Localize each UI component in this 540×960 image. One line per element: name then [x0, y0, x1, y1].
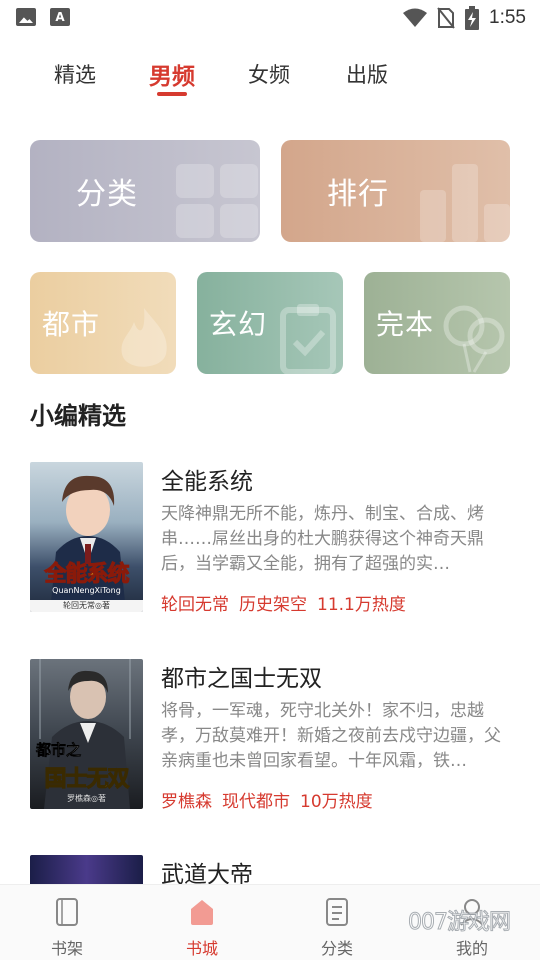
book-cover: 都市之 国士无双 罗樵森◎著 [30, 659, 143, 809]
bookshelf-icon [56, 898, 78, 926]
section-title: 小编精选 [30, 402, 126, 430]
book-author: 轮回无常 [161, 595, 229, 615]
clock: 1:55 [489, 7, 526, 28]
wifi-icon [403, 8, 428, 27]
book-meta: 罗樵森 现代都市 10万热度 [161, 787, 373, 812]
cover-author: 轮回无常◎著 [30, 600, 143, 612]
balloons-icon [443, 305, 505, 373]
bar-chart-icon [420, 164, 510, 242]
book-cover [30, 855, 143, 884]
no-sim-icon [437, 7, 455, 29]
category-list-icon [326, 898, 348, 926]
genre-card-xuanhuan[interactable]: 玄幻 [197, 272, 343, 374]
tab-publish[interactable]: 出版 [346, 59, 388, 89]
book-title: 全能系统 [161, 469, 253, 495]
nav-bookstore-label: 书城 [185, 939, 218, 958]
nav-category[interactable]: 分类 [292, 885, 382, 960]
clipboard-check-icon [280, 304, 336, 374]
book-title: 都市之国士无双 [161, 666, 322, 692]
book-meta: 轮回无常 历史架空 11.1万热度 [161, 590, 406, 615]
nav-bookshelf-label: 书架 [50, 939, 83, 958]
book-item[interactable]: 武道大帝 [30, 855, 520, 884]
book-heat: 11.1万热度 [317, 595, 406, 615]
watermark: 007游戏网 [408, 910, 512, 936]
nav-profile-label: 我的 [455, 939, 488, 958]
cover-author: 罗樵森◎著 [67, 794, 106, 803]
book-genre: 现代都市 [222, 792, 290, 812]
ranking-card-label: 排行 [327, 177, 389, 212]
font-icon: A [50, 8, 70, 26]
book-title: 武道大帝 [161, 862, 253, 884]
active-tab-indicator [157, 92, 187, 96]
cover-subtitle: QuanNengXiTong [52, 586, 121, 595]
genre-card-dushi[interactable]: 都市 [30, 272, 176, 374]
book-description: 将骨，一军魂，死守北关外！家不归，忠越孝，万敌莫难开！新婚之夜前去戍守边疆，父亲… [161, 701, 501, 771]
gallery-icon [16, 8, 36, 26]
nav-bookshelf[interactable]: 书架 [22, 885, 112, 960]
genre-card-dushi-label: 都市 [42, 308, 101, 341]
cover-title-line1: 都市之 [36, 741, 82, 760]
battery-charging-icon [465, 6, 480, 30]
bookstore-icon [191, 900, 213, 925]
genre-card-xuanhuan-label: 玄幻 [209, 308, 268, 341]
ranking-card[interactable]: 排行 [281, 140, 510, 242]
category-card-label: 分类 [76, 177, 138, 212]
book-heat: 10万热度 [300, 792, 373, 812]
book-description: 天降神鼎无所不能，炼丹、制宝、合成、烤串……屌丝出身的杜大鹏获得这个神奇天鼎后，… [161, 504, 484, 574]
cover-title-line2: 国士无双 [44, 767, 130, 793]
flame-icon [121, 308, 167, 367]
tab-female[interactable]: 女频 [248, 59, 290, 89]
channel-tabs: 精选 男频 女频 出版 [0, 52, 540, 102]
cover-title: 全能系统 [44, 562, 130, 588]
book-genre: 历史架空 [239, 595, 307, 615]
book-item[interactable]: 都市之 国士无双 罗樵森◎著 都市之国士无双 将骨，一军魂，死守北关外！家不归，… [30, 659, 520, 812]
book-item[interactable]: 全能系统 QuanNengXiTong 轮回无常◎著 全能系统 天降神鼎无所不能… [30, 462, 520, 615]
nav-category-label: 分类 [320, 939, 353, 958]
nav-bookstore[interactable]: 书城 [157, 885, 247, 960]
status-bar: A 1:55 [0, 0, 540, 36]
book-author: 罗樵森 [161, 792, 212, 812]
tab-featured[interactable]: 精选 [54, 59, 96, 89]
grid-icon [176, 164, 258, 238]
genre-card-wanben[interactable]: 完本 [364, 272, 510, 374]
tab-male[interactable]: 男频 [149, 57, 195, 91]
category-card[interactable]: 分类 [30, 140, 260, 242]
genre-card-wanben-label: 完本 [376, 308, 435, 341]
book-cover: 全能系统 QuanNengXiTong 轮回无常◎著 [30, 462, 143, 612]
